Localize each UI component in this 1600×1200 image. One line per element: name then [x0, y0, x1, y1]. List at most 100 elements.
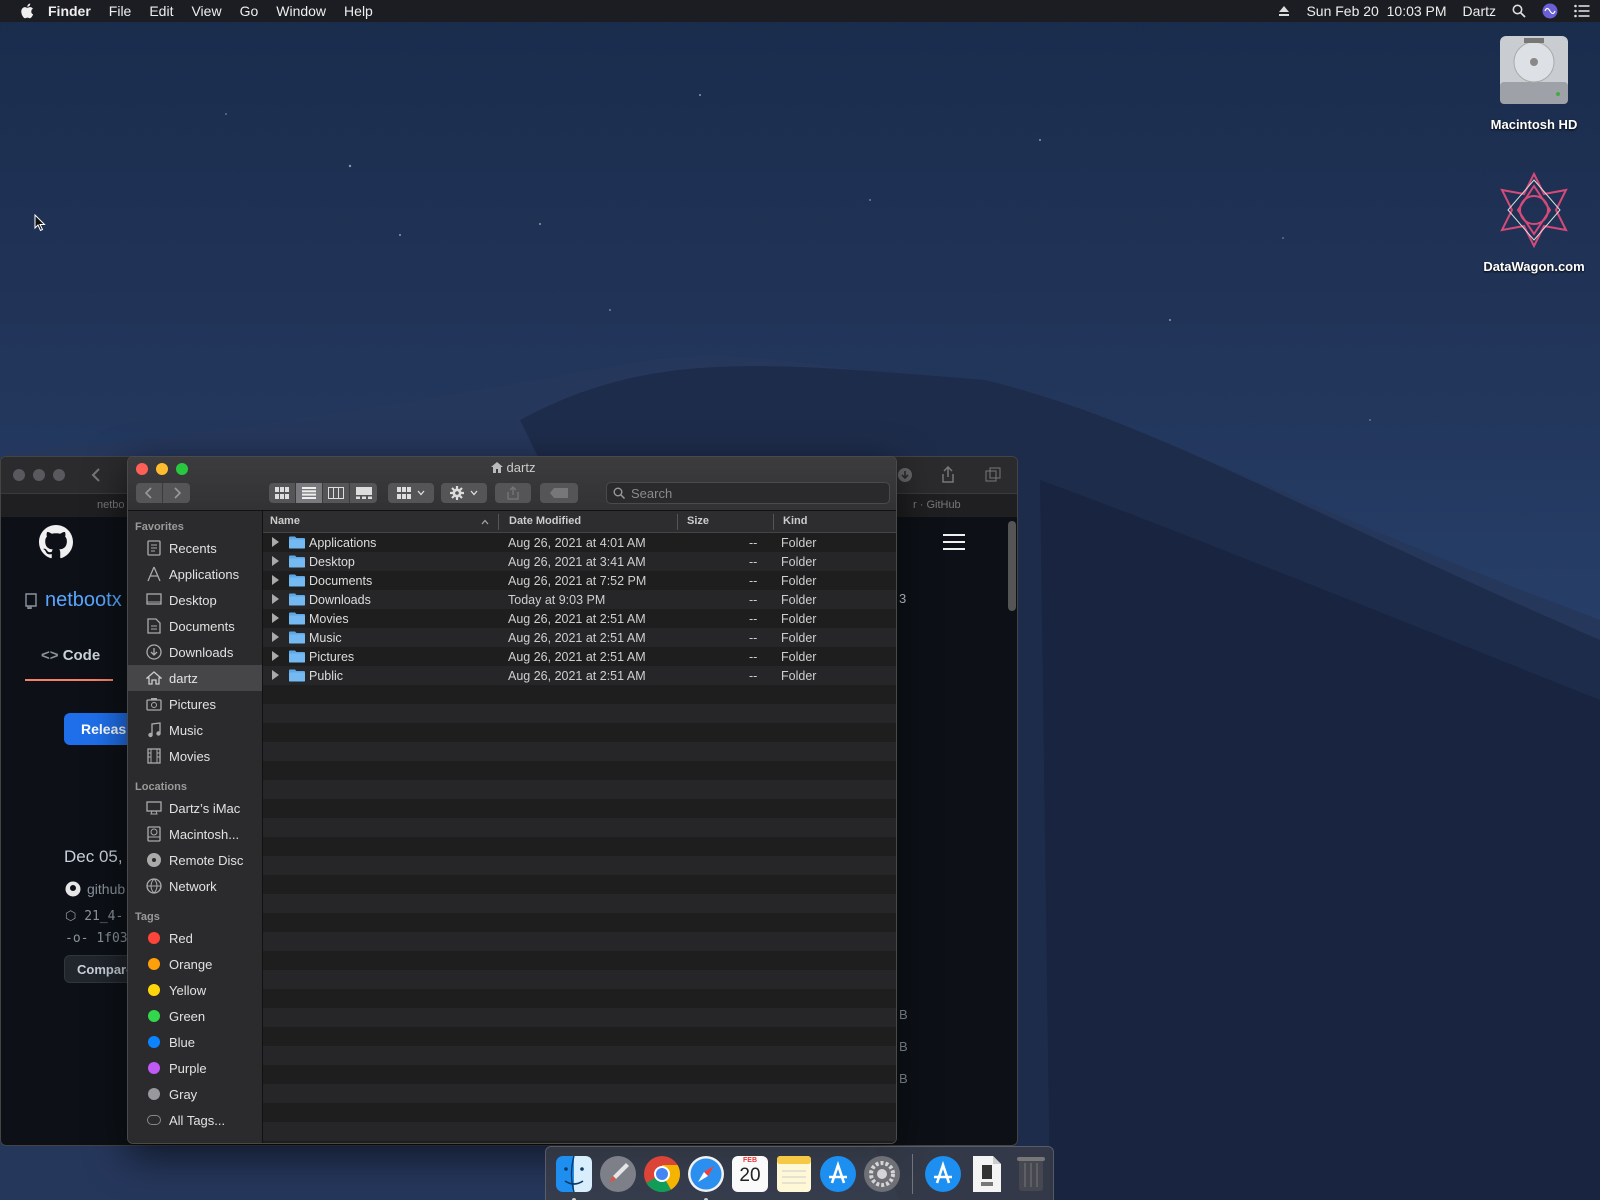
column-header-date[interactable]: Date Modified: [509, 515, 581, 527]
dock-calendar[interactable]: FEB 20: [730, 1154, 770, 1194]
sidebar-tag-gray[interactable]: Gray: [128, 1081, 262, 1107]
file-row[interactable]: Desktop Aug 26, 2021 at 3:41 AM -- Folder: [263, 552, 896, 571]
forward-button[interactable]: [163, 483, 190, 503]
sidebar-item-recents[interactable]: Recents: [128, 535, 262, 561]
sidebar-item-imac[interactable]: Dartz’s iMac: [128, 795, 262, 821]
github-logo-icon[interactable]: [39, 525, 73, 559]
siri-icon[interactable]: [1542, 3, 1558, 19]
sidebar-item-macintosh-hd[interactable]: Macintosh...: [128, 821, 262, 847]
tab-code[interactable]: <> Code: [41, 647, 100, 664]
column-header-name[interactable]: Name: [270, 515, 300, 527]
menu-app-name[interactable]: Finder: [48, 3, 91, 19]
sidebar-tag-purple[interactable]: Purple: [128, 1055, 262, 1081]
browser-tabs-icon[interactable]: [985, 467, 1001, 483]
browser-minimize-button[interactable]: [33, 469, 45, 481]
dock-system-preferences[interactable]: [862, 1154, 902, 1194]
sidebar-tag-yellow[interactable]: Yellow: [128, 977, 262, 1003]
hamburger-menu-icon[interactable]: [943, 533, 965, 551]
browser-tab-right[interactable]: r · GitHub: [913, 499, 961, 511]
edit-tags-button[interactable]: [540, 483, 578, 503]
sidebar-item-dartz[interactable]: dartz: [128, 665, 262, 691]
dock-app-store-downloads[interactable]: [923, 1154, 963, 1194]
dock-trash[interactable]: [1011, 1154, 1051, 1194]
browser-download-icon[interactable]: [897, 467, 913, 483]
sidebar-tag-red[interactable]: Red: [128, 925, 262, 951]
dock-launchpad[interactable]: [598, 1154, 638, 1194]
browser-share-icon[interactable]: [941, 466, 955, 484]
back-button[interactable]: [136, 483, 163, 503]
release-commit[interactable]: -o- 1f037: [65, 931, 135, 946]
browser-back-icon[interactable]: [91, 468, 101, 482]
action-menu-button[interactable]: [441, 483, 487, 503]
dock-notes[interactable]: [774, 1154, 814, 1194]
column-view-button[interactable]: [323, 483, 350, 503]
finder-window[interactable]: dartz Fav: [127, 456, 897, 1144]
dock-finder[interactable]: [554, 1154, 594, 1200]
file-row[interactable]: Public Aug 26, 2021 at 2:51 AM -- Folder: [263, 666, 896, 685]
menu-help[interactable]: Help: [344, 3, 373, 19]
icon-view-button[interactable]: [269, 483, 296, 503]
disclosure-triangle-icon[interactable]: [272, 575, 279, 585]
disclosure-triangle-icon[interactable]: [272, 632, 279, 642]
disclosure-triangle-icon[interactable]: [272, 594, 279, 604]
sidebar-tag-orange[interactable]: Orange: [128, 951, 262, 977]
dock-safari[interactable]: [686, 1154, 726, 1200]
browser-tab-left[interactable]: netbo: [97, 499, 125, 511]
file-row[interactable]: Music Aug 26, 2021 at 2:51 AM -- Folder: [263, 628, 896, 647]
file-row[interactable]: Documents Aug 26, 2021 at 7:52 PM -- Folder: [263, 571, 896, 590]
sidebar-item-desktop[interactable]: Desktop: [128, 587, 262, 613]
browser-zoom-button[interactable]: [53, 469, 65, 481]
file-row[interactable]: Downloads Today at 9:03 PM -- Folder: [263, 590, 896, 609]
gallery-view-button[interactable]: [350, 483, 377, 503]
sidebar-item-music[interactable]: Music: [128, 717, 262, 743]
disclosure-triangle-icon[interactable]: [272, 556, 279, 566]
sidebar-item-network[interactable]: Network: [128, 873, 262, 899]
notification-center-icon[interactable]: [1574, 4, 1590, 18]
share-button[interactable]: [495, 483, 531, 503]
apple-menu-icon[interactable]: [20, 3, 34, 19]
sidebar-all-tags[interactable]: All Tags...: [128, 1107, 262, 1133]
file-row[interactable]: Pictures Aug 26, 2021 at 2:51 AM -- Folder: [263, 647, 896, 666]
sidebar-tag-green[interactable]: Green: [128, 1003, 262, 1029]
file-row[interactable]: Movies Aug 26, 2021 at 2:51 AM -- Folder: [263, 609, 896, 628]
clock-datetime[interactable]: Sun Feb 20 10:03 PM: [1306, 3, 1446, 19]
search-input[interactable]: [631, 485, 871, 501]
repo-name-link[interactable]: netbootx: [45, 589, 122, 612]
menu-view[interactable]: View: [191, 3, 221, 19]
group-by-button[interactable]: [388, 483, 434, 503]
user-menu[interactable]: Dartz: [1463, 3, 1496, 19]
release-tag[interactable]: ⬡ 21_4-: [65, 909, 123, 924]
column-header-size[interactable]: Size: [687, 515, 709, 527]
sidebar-item-pictures[interactable]: Pictures: [128, 691, 262, 717]
disclosure-triangle-icon[interactable]: [272, 537, 279, 547]
eject-icon[interactable]: [1278, 5, 1290, 17]
share-icon: [507, 486, 519, 500]
menu-edit[interactable]: Edit: [149, 3, 173, 19]
sidebar-item-applications[interactable]: Applications: [128, 561, 262, 587]
column-header-kind[interactable]: Kind: [783, 515, 807, 527]
disclosure-triangle-icon[interactable]: [272, 670, 279, 680]
desktop-icon-datawagon[interactable]: DataWagon.com: [1474, 170, 1594, 274]
spotlight-search-icon[interactable]: [1512, 4, 1526, 18]
dock-app-store[interactable]: [818, 1154, 858, 1194]
sidebar-item-movies[interactable]: Movies: [128, 743, 262, 769]
list-view-button[interactable]: [296, 483, 323, 503]
search-field[interactable]: [606, 482, 890, 504]
menu-go[interactable]: Go: [240, 3, 259, 19]
browser-scrollbar[interactable]: [1008, 521, 1016, 611]
dock-chrome[interactable]: [642, 1154, 682, 1194]
dock-document[interactable]: [967, 1154, 1007, 1194]
release-author[interactable]: github: [65, 881, 125, 897]
sidebar-item-documents[interactable]: Documents: [128, 613, 262, 639]
menu-file[interactable]: File: [109, 3, 132, 19]
sidebar-tag-blue[interactable]: Blue: [128, 1029, 262, 1055]
file-row[interactable]: Applications Aug 26, 2021 at 4:01 AM -- Fol…: [263, 533, 896, 552]
disclosure-triangle-icon[interactable]: [272, 651, 279, 661]
empty-row: [263, 1084, 896, 1103]
sidebar-item-remote-disc[interactable]: Remote Disc: [128, 847, 262, 873]
sidebar-item-downloads[interactable]: Downloads: [128, 639, 262, 665]
desktop-icon-macintosh-hd[interactable]: Macintosh HD: [1474, 32, 1594, 132]
browser-close-button[interactable]: [13, 469, 25, 481]
menu-window[interactable]: Window: [276, 3, 326, 19]
disclosure-triangle-icon[interactable]: [272, 613, 279, 623]
